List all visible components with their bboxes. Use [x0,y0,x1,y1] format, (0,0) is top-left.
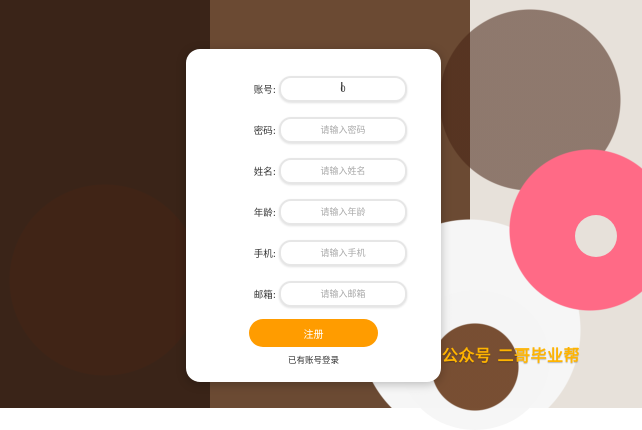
register-form-card: 账号: I 密码: 姓名: 年龄: 手机: 邮箱: 注册 已有账号登录 [186,49,441,382]
email-row: 邮箱: [186,281,441,309]
email-input[interactable] [279,281,407,307]
password-row: 密码: [186,117,441,145]
email-label: 邮箱: [253,290,276,301]
age-input[interactable] [279,199,407,225]
name-row: 姓名: [186,158,441,186]
watermark-text: 公众号 二哥毕业帮 [442,346,581,365]
phone-label: 手机: [253,249,276,260]
age-label: 年龄: [253,208,276,219]
donut-decoration [575,215,617,257]
name-label: 姓名: [253,167,276,178]
age-row: 年龄: [186,199,441,227]
password-input[interactable] [279,117,407,143]
phone-input[interactable] [279,240,407,266]
name-input[interactable] [279,158,407,184]
account-label: 账号: [253,85,276,96]
text-cursor-icon: I [340,80,344,94]
password-label: 密码: [253,126,276,137]
login-link[interactable]: 已有账号登录 [186,354,441,366]
phone-row: 手机: [186,240,441,268]
account-row: 账号: I [186,76,441,104]
register-button[interactable]: 注册 [249,319,378,347]
